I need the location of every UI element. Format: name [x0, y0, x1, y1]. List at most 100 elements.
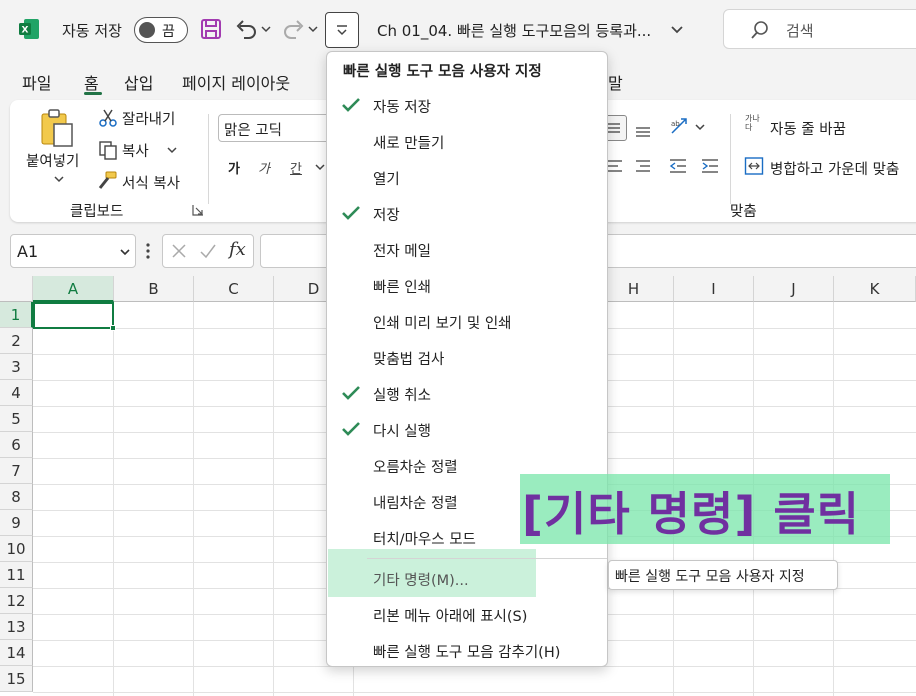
chevron-down-icon[interactable]: [53, 174, 65, 184]
underline-button[interactable]: 간: [290, 158, 302, 177]
chevron-down-icon[interactable]: [670, 20, 684, 38]
decrease-indent-icon[interactable]: [668, 158, 688, 174]
chevron-down-icon[interactable]: [166, 145, 178, 155]
menu-item-open[interactable]: 열기: [327, 160, 609, 196]
checkmark-icon: [342, 386, 360, 400]
menu-item-more-commands[interactable]: 기타 명령(M)...: [327, 561, 609, 597]
enter-icon[interactable]: [199, 243, 217, 259]
orientation-icon[interactable]: ab: [668, 115, 690, 137]
formula-buttons: fx: [162, 234, 254, 268]
more-options-icon[interactable]: [145, 242, 151, 260]
row-header[interactable]: 14: [0, 640, 33, 666]
grid-line: [33, 692, 916, 693]
checkmark-icon: [342, 98, 360, 112]
redo-icon[interactable]: [282, 18, 306, 40]
select-all-corner[interactable]: [0, 276, 33, 302]
excel-logo-icon: X: [19, 19, 39, 39]
menu-item-undo[interactable]: 실행 취소: [327, 376, 609, 412]
search-placeholder: 검색: [786, 22, 814, 40]
copy-label[interactable]: 복사: [122, 140, 149, 161]
cancel-icon[interactable]: [171, 243, 187, 259]
search-box[interactable]: 검색: [723, 9, 916, 49]
group-separator: [730, 114, 731, 204]
merge-center-icon[interactable]: [744, 156, 764, 176]
tab-file[interactable]: 파일: [22, 70, 51, 94]
document-title[interactable]: Ch 01_04. 빠른 실행 도구모음의 등록과...: [377, 20, 651, 41]
fill-handle[interactable]: [110, 325, 116, 331]
row-header[interactable]: 6: [0, 432, 33, 458]
tab-home[interactable]: 홈: [84, 70, 99, 94]
menu-item-label: 리본 메뉴 아래에 표시(S): [373, 609, 528, 625]
bold-button[interactable]: 가: [228, 158, 240, 177]
customize-qat-button[interactable]: [325, 12, 359, 48]
row-header[interactable]: 3: [0, 354, 33, 380]
tab-review[interactable]: 말: [608, 70, 623, 94]
chevron-down-icon[interactable]: [260, 20, 272, 38]
name-box[interactable]: A1: [10, 234, 136, 268]
tab-insert[interactable]: 삽입: [124, 70, 153, 94]
menu-item-new[interactable]: 새로 만들기: [327, 124, 609, 160]
row-header[interactable]: 1: [0, 302, 33, 328]
dialog-launcher-icon[interactable]: [192, 204, 204, 216]
font-name-box[interactable]: 맑은 고딕: [218, 114, 330, 142]
row-header[interactable]: 2: [0, 328, 33, 354]
row-header[interactable]: 11: [0, 562, 33, 588]
row-header[interactable]: 9: [0, 510, 33, 536]
grid-line: [273, 302, 274, 696]
insert-function-icon[interactable]: fx: [229, 239, 246, 260]
menu-item-quick-print[interactable]: 빠른 인쇄: [327, 268, 609, 304]
chevron-down-icon[interactable]: [307, 20, 319, 38]
column-header-a[interactable]: A: [33, 276, 114, 302]
search-icon: [751, 21, 768, 39]
column-header-c[interactable]: C: [194, 276, 274, 302]
menu-item-label: 빠른 인쇄: [373, 280, 431, 296]
menu-item-save[interactable]: 저장: [327, 196, 609, 232]
row-header[interactable]: 4: [0, 380, 33, 406]
increase-indent-icon[interactable]: [700, 158, 720, 174]
row-header[interactable]: 10: [0, 536, 33, 562]
active-cell-a1[interactable]: [33, 302, 114, 329]
row-header[interactable]: 7: [0, 458, 33, 484]
tab-page-layout[interactable]: 페이지 레이아웃: [182, 70, 290, 94]
row-header[interactable]: 5: [0, 406, 33, 432]
chevron-down-icon[interactable]: [119, 247, 131, 257]
row-header[interactable]: 8: [0, 484, 33, 510]
row-header[interactable]: 13: [0, 614, 33, 640]
cut-label[interactable]: 잘라내기: [122, 108, 175, 129]
autosave-toggle[interactable]: 끔: [134, 17, 188, 43]
row-header[interactable]: 15: [0, 666, 33, 692]
menu-item-hide-qat[interactable]: 빠른 실행 도구 모음 감추기(H): [327, 633, 609, 669]
merge-center-label[interactable]: 병합하고 가운데 맞춤: [770, 158, 899, 179]
paste-label[interactable]: 붙여넣기: [26, 150, 79, 171]
chevron-down-icon[interactable]: [314, 162, 326, 172]
undo-icon[interactable]: [234, 18, 258, 40]
paste-icon[interactable]: [38, 108, 76, 148]
copy-icon[interactable]: [98, 140, 118, 160]
align-bottom-icon[interactable]: [634, 120, 652, 138]
save-icon[interactable]: [200, 18, 222, 40]
menu-item-spelling[interactable]: 맞춤법 검사: [327, 340, 609, 376]
format-painter-label[interactable]: 서식 복사: [122, 172, 180, 193]
format-painter-icon[interactable]: [96, 170, 118, 192]
italic-button[interactable]: 가: [258, 158, 270, 177]
menu-item-redo[interactable]: 다시 실행: [327, 412, 609, 448]
active-tab-indicator: [84, 92, 102, 95]
menu-item-label: 맞춤법 검사: [373, 352, 445, 368]
column-header-b[interactable]: B: [114, 276, 194, 302]
wrap-text-label[interactable]: 자동 줄 바꿈: [770, 118, 846, 139]
menu-item-show-below-ribbon[interactable]: 리본 메뉴 아래에 표시(S): [327, 597, 609, 633]
menu-item-autosave[interactable]: 자동 저장: [327, 88, 609, 124]
menu-item-print-preview[interactable]: 인쇄 미리 보기 및 인쇄: [327, 304, 609, 340]
scissors-icon[interactable]: [98, 108, 118, 128]
column-header-j[interactable]: J: [754, 276, 834, 302]
autosave-state: 끔: [162, 24, 175, 40]
grid-line: [193, 302, 194, 696]
menu-item-label: 전자 메일: [373, 244, 431, 260]
clipboard-group-label: 클립보드: [70, 204, 124, 220]
align-right-icon[interactable]: [634, 158, 652, 174]
column-header-k[interactable]: K: [834, 276, 916, 302]
column-header-i[interactable]: I: [674, 276, 754, 302]
chevron-down-icon[interactable]: [694, 122, 706, 132]
row-header[interactable]: 12: [0, 588, 33, 614]
menu-item-email[interactable]: 전자 메일: [327, 232, 609, 268]
